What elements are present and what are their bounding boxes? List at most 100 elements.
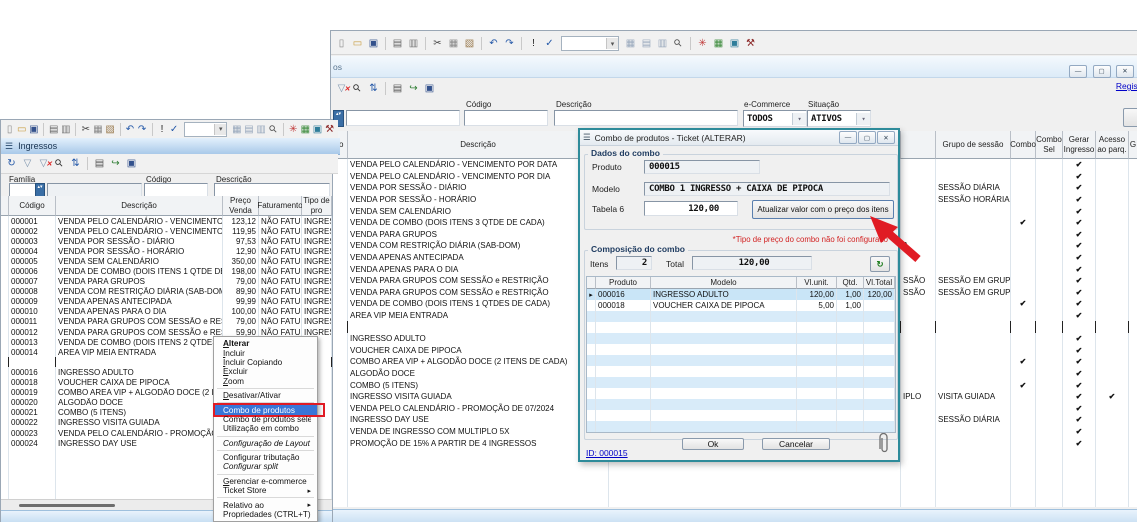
window-menu-icon[interactable]: ☰ (583, 132, 591, 143)
menu-item-gerenciar-e-commerce[interactable]: Gerenciar e-commerce (214, 477, 317, 486)
menu-item-combo-de-produtos[interactable]: Combo de produtos (214, 405, 317, 414)
search-icon[interactable]: ⚲ (49, 153, 70, 174)
filter-grid-icon[interactable]: ▤ (243, 122, 254, 137)
validate-icon[interactable]: ✓ (542, 36, 557, 51)
dialog-titlebar[interactable]: ☰ Combo de produtos - Ticket (ALTERAR) —… (580, 130, 898, 146)
grid-icon[interactable]: ▦ (623, 36, 638, 51)
table-row[interactable] (331, 495, 1137, 507)
zoom-doc-icon[interactable]: ⚲ (668, 33, 689, 54)
print-preview-icon[interactable]: ▥ (406, 36, 421, 51)
save-icon[interactable]: ▣ (28, 122, 39, 137)
maximize-button[interactable]: ▢ (858, 131, 876, 144)
calendar-icon[interactable]: ▦ (300, 122, 311, 137)
exclamation-icon[interactable]: ! (156, 122, 167, 137)
ok-button[interactable]: Ok (682, 438, 744, 450)
table-row[interactable] (331, 484, 1137, 496)
table-row[interactable]: 000002VENDA PELO CALENDÁRIO - VENCIMENTO… (1, 226, 332, 236)
familia-input[interactable] (9, 183, 36, 197)
sort-icon[interactable]: ⇅ (366, 81, 381, 96)
grid-row[interactable] (587, 366, 895, 377)
copy-icon[interactable]: ▦ (92, 122, 103, 137)
print-preview-icon[interactable]: ▥ (60, 122, 71, 137)
menu-item-incluir[interactable]: Incluir (214, 348, 317, 357)
grid-row[interactable] (587, 421, 895, 432)
print-icon[interactable]: ▤ (390, 36, 405, 51)
menu-item-alterar[interactable]: Alterar (214, 339, 317, 348)
close-button[interactable]: ✕ (877, 131, 895, 144)
toolbar-combobox[interactable]: ▾ (561, 36, 619, 51)
zoom-doc-icon[interactable]: ⚲ (264, 120, 282, 138)
cut-icon[interactable]: ✂ (80, 122, 91, 137)
grid-row[interactable]: ▸000016INGRESSO ADULTO120,001,00120,00 (587, 289, 895, 300)
minimize-button[interactable]: — (839, 131, 857, 144)
export-icon[interactable]: ↪ (406, 81, 421, 96)
filter-icon[interactable]: ▽ (20, 156, 35, 171)
table-row[interactable]: 000005VENDA SEM CALENDÁRIO350,00NÃO FATU… (1, 256, 332, 266)
scrollbar-thumb[interactable] (19, 504, 115, 507)
tools-icon[interactable]: ⚒ (324, 122, 335, 137)
grid-row[interactable] (587, 388, 895, 399)
minimize-button[interactable]: — (1069, 65, 1087, 78)
export-icon[interactable]: ↪ (108, 156, 123, 171)
menu-item-zoom[interactable]: Zoom (214, 377, 317, 386)
menu-item-ticket-store[interactable]: Ticket Store▸ (214, 486, 317, 495)
table-row[interactable]: 000010VENDA APENAS PARA O DIA100,00NÃO F… (1, 307, 332, 317)
table-row[interactable]: 000006VENDA DE COMBO (DOIS ITENS 1 QTDE … (1, 266, 332, 276)
paste-icon[interactable]: ▧ (104, 122, 115, 137)
print-icon[interactable]: ▤ (48, 122, 59, 137)
validate-icon[interactable]: ✓ (169, 122, 180, 137)
print-icon[interactable]: ▤ (390, 81, 405, 96)
redo-icon[interactable]: ↷ (137, 122, 148, 137)
descricao-filter-input[interactable] (554, 110, 738, 126)
maximize-button[interactable]: ▢ (1093, 65, 1111, 78)
menu-item-configura-o-de-layout[interactable]: Configuração de Layout (214, 439, 317, 448)
menu-item-configurar-tributa-o[interactable]: Configurar tributação (214, 453, 317, 462)
cancel-button[interactable]: Cancelar (762, 438, 830, 450)
ingressos-titlebar[interactable]: ☰ Ingressos (1, 138, 340, 155)
wizard-icon[interactable]: ✳ (695, 36, 710, 51)
window-icon[interactable]: ▣ (312, 122, 323, 137)
exclamation-icon[interactable]: ! (526, 36, 541, 51)
close-button[interactable]: ✕ (1116, 65, 1134, 78)
grid-icon[interactable]: ▦ (231, 122, 242, 137)
table-row[interactable] (331, 460, 1137, 472)
menu-item-incluir-copiando[interactable]: Incluir Copiando (214, 358, 317, 367)
save-icon[interactable]: ▣ (422, 81, 437, 96)
copy-icon[interactable]: ▦ (446, 36, 461, 51)
menu-item-utiliza-o-em-combo[interactable]: Utilização em combo (214, 424, 317, 433)
codigo-filter-input[interactable] (464, 110, 548, 126)
codigo-filter-input[interactable] (144, 183, 208, 197)
menu-item-excluir[interactable]: Excluir (214, 367, 317, 376)
grid-row[interactable] (587, 311, 895, 322)
grid-row[interactable] (587, 344, 895, 355)
toolbar-combobox[interactable]: ▾ (184, 122, 228, 137)
calendar-icon[interactable]: ▦ (711, 36, 726, 51)
new-icon[interactable]: ▯ (4, 122, 15, 137)
table-row[interactable]: 000009VENDA APENAS ANTECIPADA99,99NÃO FA… (1, 297, 332, 307)
window-menu-icon[interactable]: ☰ (5, 141, 13, 152)
save-icon[interactable]: ▣ (124, 156, 139, 171)
new-icon[interactable]: ▯ (334, 36, 349, 51)
tools-icon[interactable]: ⚒ (743, 36, 758, 51)
table-row[interactable]: 000007VENDA PARA GRUPOS79,00NÃO FATURARI… (1, 277, 332, 287)
menu-item-propriedades-ctrl-t[interactable]: Propriedades (CTRL+T) (214, 510, 317, 519)
window-icon[interactable]: ▣ (727, 36, 742, 51)
save-icon[interactable]: ▣ (366, 36, 381, 51)
menu-item-combo-de-produtos-selecion-veis[interactable]: Combo de produtos selecionáveis (214, 415, 317, 424)
wizard-icon[interactable]: ✳ (288, 122, 299, 137)
grid-row[interactable] (587, 399, 895, 410)
menu-item-desativar-ativar[interactable]: Desativar/Ativar (214, 391, 317, 400)
menu-item-configurar-split[interactable]: Configurar split (214, 462, 317, 471)
refresh-icon[interactable]: ↻ (4, 156, 19, 171)
open-icon[interactable]: ▭ (16, 122, 27, 137)
familia-desc-field[interactable] (346, 110, 460, 126)
id-link[interactable]: ID: 000015 (586, 448, 628, 458)
tabela-valor-input[interactable]: 120,00 (644, 201, 738, 216)
menu-item-relativo-ao[interactable]: Relativo ao▸ (214, 500, 317, 509)
undo-icon[interactable]: ↶ (486, 36, 501, 51)
open-icon[interactable]: ▭ (350, 36, 365, 51)
table-row[interactable]: 000008VENDA COM RESTRIÇÃO DIÁRIA (SAB-DO… (1, 287, 332, 297)
sort-icon[interactable]: ⇅ (68, 156, 83, 171)
grid-row[interactable] (587, 322, 895, 333)
undo-icon[interactable]: ↶ (124, 122, 135, 137)
